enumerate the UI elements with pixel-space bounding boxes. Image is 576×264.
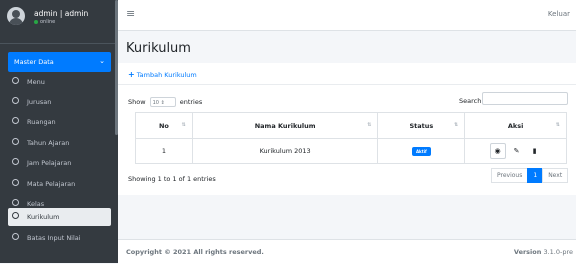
column-header-nama-kurikulum[interactable]: Nama Kurikulum ⇅	[191, 112, 379, 139]
footer: Copyright © 2021 All rights reserved. Ve…	[118, 239, 576, 264]
sort-icon: ⇅	[367, 122, 372, 128]
logout-link[interactable]: Keluar	[548, 10, 570, 18]
column-header-no[interactable]: No ⇅	[135, 112, 193, 139]
status-badge: Aktif	[411, 146, 431, 156]
table-info: Showing 1 to 1 of 1 entries	[128, 175, 216, 183]
edit-icon: ✎	[513, 147, 520, 155]
hamburger-menu-icon[interactable]: ≡	[126, 7, 135, 20]
show-label: Show	[128, 98, 146, 106]
user-status: online	[34, 19, 55, 25]
show-entries: Show 10 ⇕ entries	[128, 97, 202, 107]
pagination-previous[interactable]: Previous	[491, 168, 529, 183]
user-panel[interactable]: admin | admin online	[7, 7, 115, 37]
cell-status: Aktif	[377, 138, 466, 164]
sidebar-item-menu[interactable]: Menu	[8, 73, 111, 91]
plus-icon: +	[128, 70, 135, 79]
sidebar: admin | admin online Master Data ⌄ Menu …	[0, 0, 118, 263]
sidebar-item-batas-input-nilai[interactable]: Batas Input Nilai	[8, 229, 111, 247]
menu-header-label: Master Data	[14, 58, 54, 66]
pagination: Previous 1 Next	[491, 168, 569, 183]
version-label: Version	[513, 248, 542, 256]
sidebar-item-label: Kurikulum	[27, 213, 60, 221]
add-kurikulum-button[interactable]: + Tambah Kurikulum	[128, 70, 197, 79]
circle-icon	[12, 138, 19, 145]
table-header-row: No ⇅ Nama Kurikulum ⇅ Status ⇅ Aksi ⇅	[135, 112, 567, 139]
select-arrows-icon: ⇕	[160, 100, 165, 106]
search-input[interactable]	[482, 92, 568, 105]
chevron-down-icon: ⌄	[99, 57, 105, 65]
cell-nama-kurikulum: Kurikulum 2013	[191, 138, 379, 164]
sidebar-item-jurusan[interactable]: Jurusan	[8, 93, 111, 111]
pagination-next[interactable]: Next	[542, 168, 569, 183]
sidebar-item-tahun-ajaran[interactable]: Tahun Ajaran	[8, 134, 111, 152]
sort-icon: ⇅	[555, 122, 560, 128]
circle-icon	[12, 77, 19, 84]
column-header-label: Status	[409, 121, 434, 130]
entries-label: entries	[179, 98, 203, 106]
column-header-status[interactable]: Status ⇅	[377, 112, 466, 139]
sort-icon: ⇅	[454, 122, 459, 128]
circle-icon	[12, 97, 19, 104]
view-button[interactable]: ◉	[489, 143, 506, 159]
column-header-label: No	[158, 121, 169, 130]
avatar-body	[9, 18, 23, 25]
card-divider	[118, 84, 576, 85]
table-row: 1 Kurikulum 2013 Aktif ◉ ✎ ▮	[135, 138, 567, 164]
sidebar-item-label: Jurusan	[27, 98, 52, 106]
sidebar-item-label: Ruangan	[27, 118, 56, 126]
cell-no: 1	[135, 138, 193, 164]
kurikulum-table: No ⇅ Nama Kurikulum ⇅ Status ⇅ Aksi ⇅ 1 Kuri…	[135, 112, 567, 164]
page-size-value: 10	[152, 100, 159, 106]
page-size-select[interactable]: 10 ⇕	[149, 97, 176, 107]
sort-icon: ⇅	[181, 122, 186, 128]
version-text: Version 3.1.0-pre	[514, 248, 573, 256]
sidebar-item-mata-pelajaran[interactable]: Mata Pelajaran	[8, 175, 111, 193]
sidebar-item-label: Batas Input Nilai	[27, 234, 81, 242]
sidebar-item-label: Jam Pelajaran	[27, 159, 72, 167]
column-header-label: Aksi	[507, 121, 524, 130]
circle-icon	[12, 199, 19, 206]
circle-icon	[12, 233, 19, 240]
delete-button[interactable]: ▮	[528, 144, 542, 158]
trash-icon: ▮	[532, 147, 537, 155]
add-kurikulum-label: Tambah Kurikulum	[136, 71, 197, 79]
edit-button[interactable]: ✎	[510, 144, 524, 158]
eye-icon: ◉	[494, 147, 501, 155]
sidebar-item-label: Tahun Ajaran	[27, 139, 70, 147]
version-number: 3.1.0-pre	[543, 248, 573, 256]
menu-header-master-data[interactable]: Master Data ⌄	[8, 52, 111, 72]
avatar	[7, 7, 25, 25]
column-header-label: Nama Kurikulum	[254, 121, 316, 130]
circle-icon	[12, 117, 19, 124]
copyright-text: Copyright © 2021 All rights reserved.	[126, 248, 264, 256]
sidebar-item-label: Mata Pelajaran	[27, 180, 76, 188]
user-status-label: online	[40, 19, 56, 25]
sidebar-item-label: Kelas	[27, 200, 45, 208]
topbar: ≡ Keluar	[118, 0, 576, 31]
online-dot-icon	[34, 19, 38, 24]
user-name[interactable]: admin | admin	[34, 9, 88, 18]
avatar-head	[12, 10, 20, 18]
column-header-aksi[interactable]: Aksi ⇅	[464, 112, 567, 139]
pagination-page-1[interactable]: 1	[527, 168, 544, 183]
page-title: Kurikulum	[126, 41, 191, 56]
circle-icon	[12, 179, 19, 186]
cell-aksi: ◉ ✎ ▮	[464, 138, 567, 164]
circle-icon	[12, 212, 19, 219]
sidebar-item-label: Menu	[27, 78, 45, 86]
sidebar-item-jam-pelajaran[interactable]: Jam Pelajaran	[8, 154, 111, 172]
sidebar-item-kurikulum[interactable]: Kurikulum	[8, 208, 111, 226]
circle-icon	[12, 158, 19, 165]
sidebar-divider	[0, 43, 118, 44]
search-label: Search:	[459, 97, 484, 105]
sidebar-item-ruangan[interactable]: Ruangan	[8, 113, 111, 131]
